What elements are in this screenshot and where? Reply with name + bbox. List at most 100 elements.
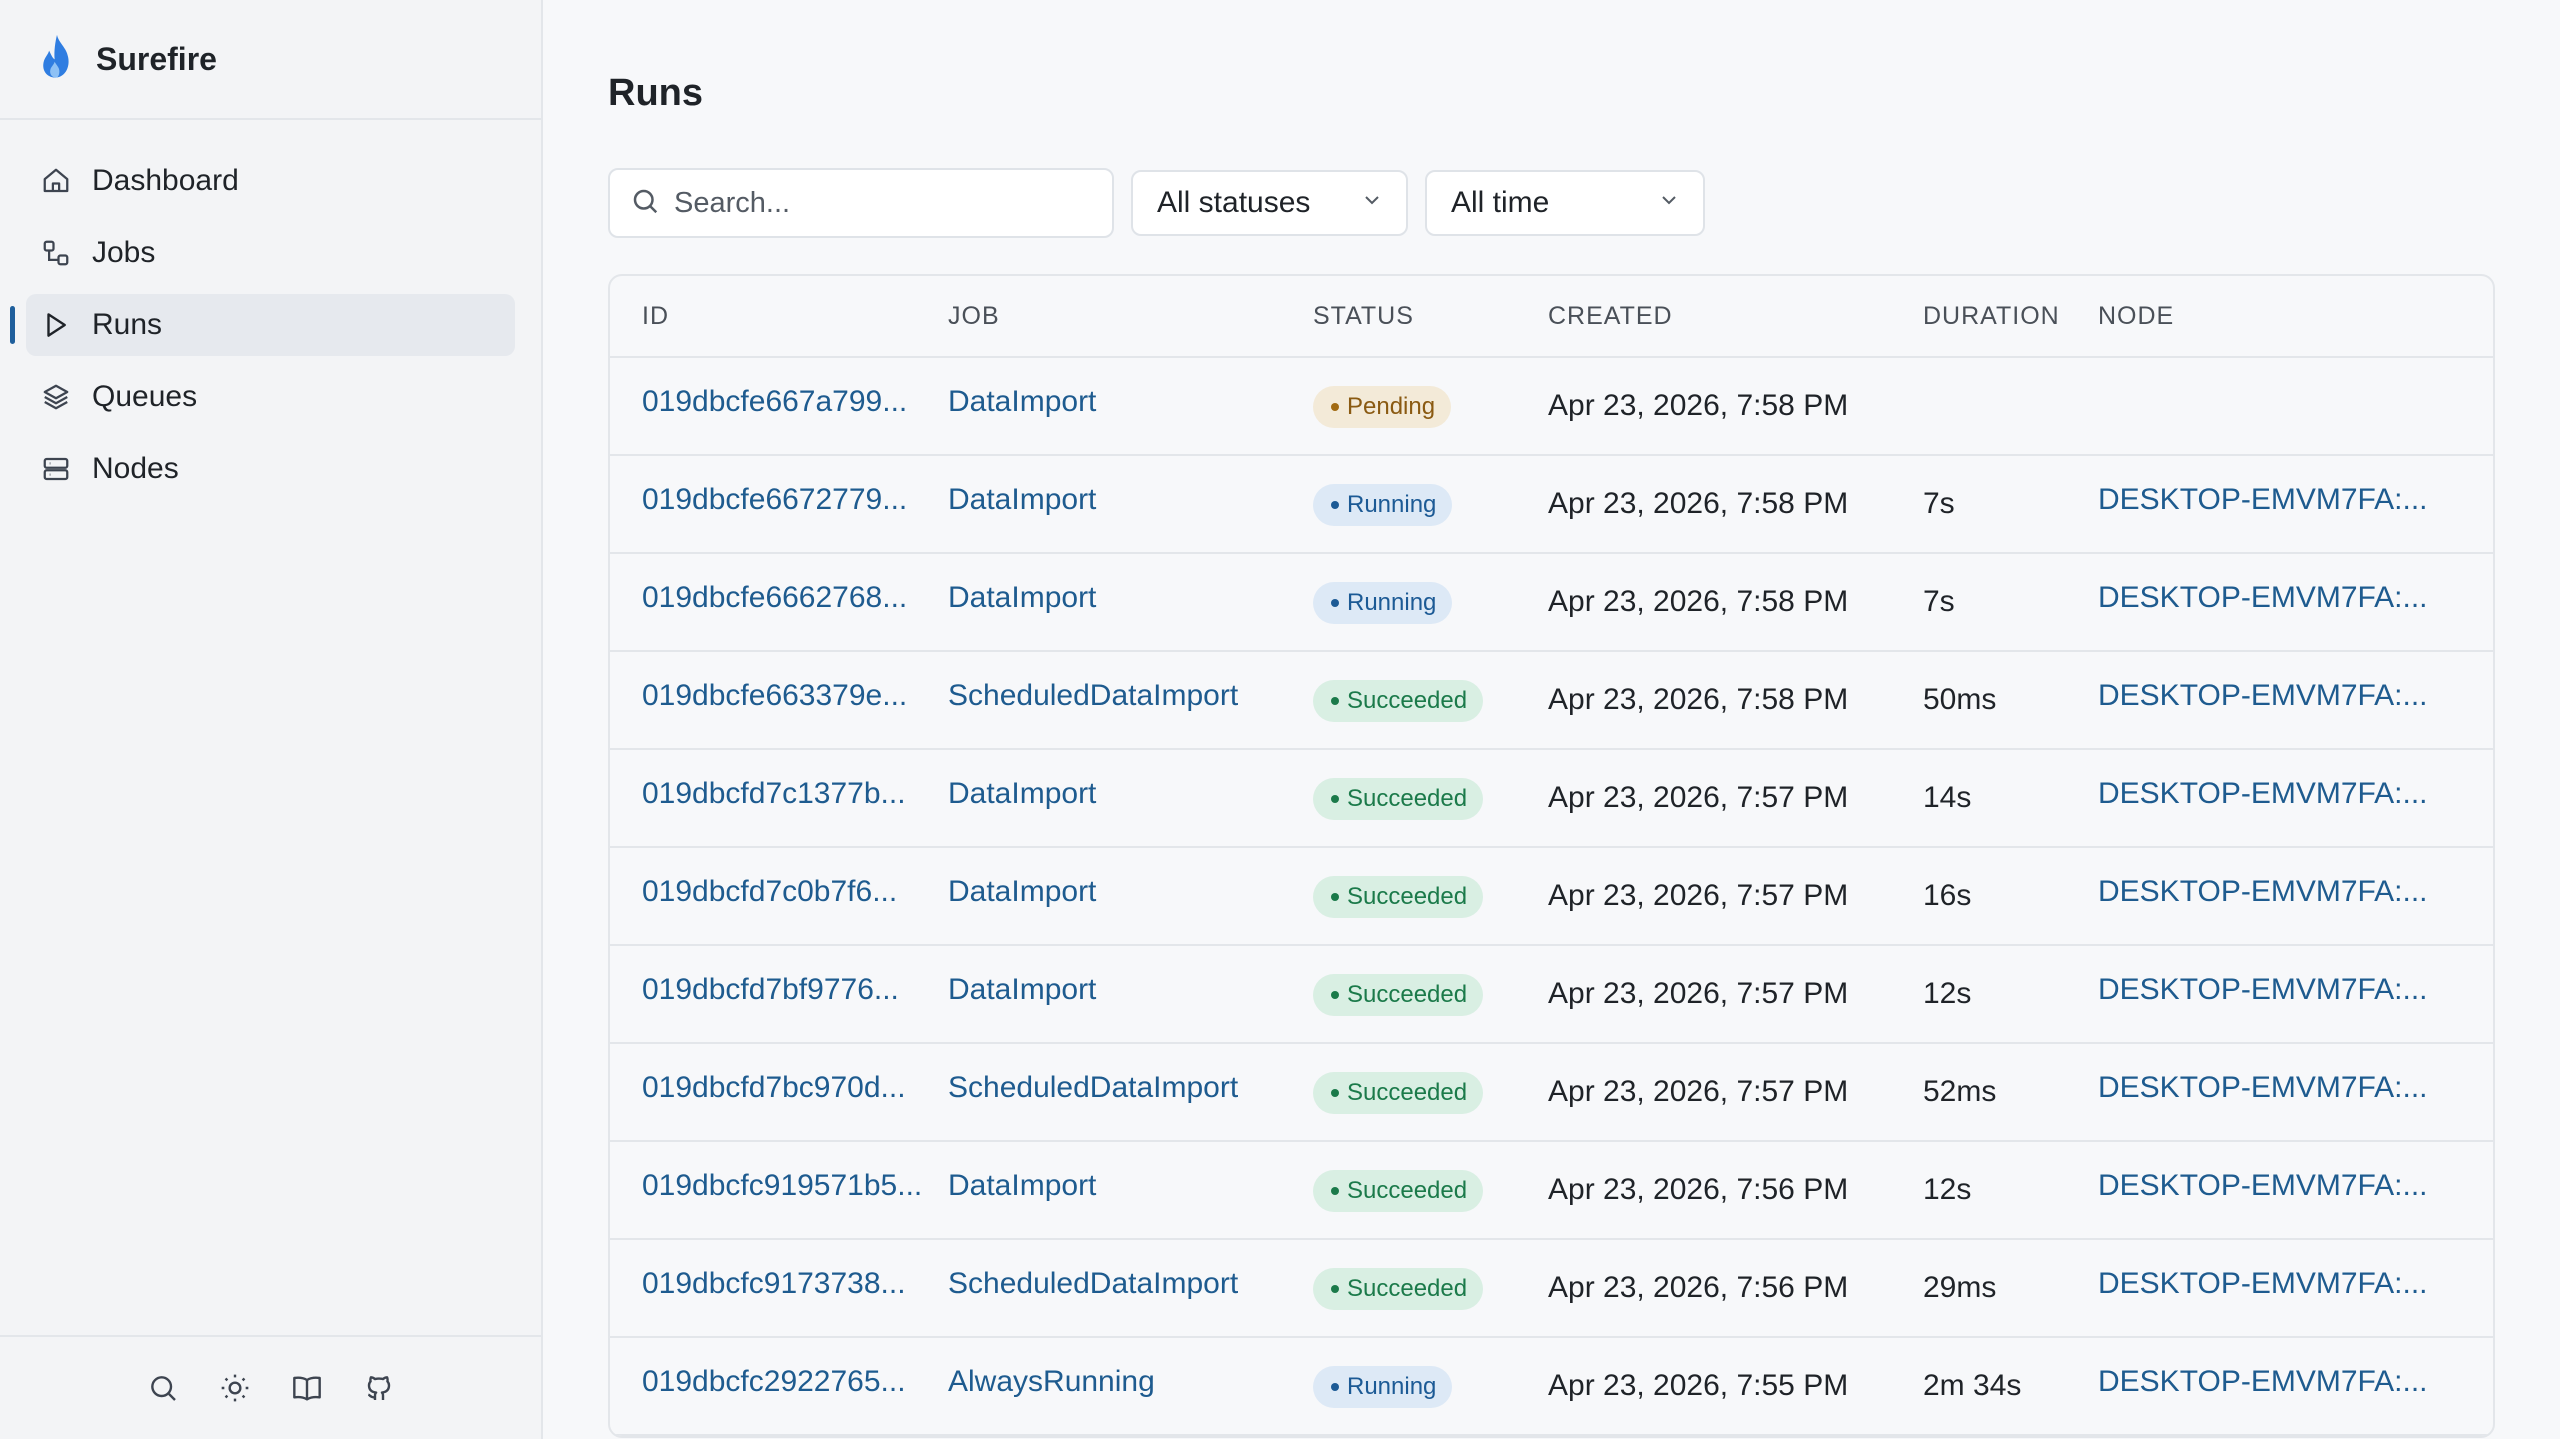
run-id-link[interactable]: 019dbcfe667a799...	[610, 385, 948, 419]
created-cell: Apr 23, 2026, 7:58 PM	[1548, 585, 1849, 618]
job-link[interactable]: DataImport	[948, 1169, 1313, 1203]
status-label: Succeeded	[1347, 882, 1468, 910]
sidebar-item-queues[interactable]: Queues	[26, 366, 515, 428]
status-cell: Succeeded	[1313, 1169, 1548, 1212]
job-link[interactable]: ScheduledDataImport	[948, 1071, 1313, 1105]
table-row[interactable]: 019dbcfe6672779... DataImport Running Apr 2…	[610, 456, 2493, 554]
node-link[interactable]: DESKTOP-EMVM7FA:...	[2098, 1267, 2493, 1301]
run-id-link[interactable]: 019dbcfc2922765...	[610, 1365, 948, 1399]
run-id-link[interactable]: 019dbcfd7c0b7f6...	[610, 875, 948, 909]
status-badge: Succeeded	[1313, 679, 1484, 722]
status-dot-icon	[1331, 402, 1339, 411]
status-dot-icon	[1331, 598, 1339, 607]
status-dot-icon	[1331, 1284, 1339, 1293]
created-cell: Apr 23, 2026, 7:58 PM	[1548, 389, 1849, 422]
status-filter-select[interactable]: All statuses	[1131, 170, 1408, 236]
run-id-link[interactable]: 019dbcfe6672779...	[610, 483, 948, 517]
column-header-node[interactable]: NODE	[2098, 302, 2493, 331]
node-link[interactable]: DESKTOP-EMVM7FA:...	[2098, 1071, 2493, 1105]
table-row[interactable]: 019dbcfc2922765... AlwaysRunning Running Ap…	[610, 1338, 2493, 1436]
status-cell: Running	[1313, 1365, 1548, 1408]
layers-icon	[40, 381, 72, 413]
table-row[interactable]: 019dbcfd7c1377b... DataImport Succeeded Apr…	[610, 750, 2493, 848]
github-icon[interactable]	[362, 1371, 396, 1405]
run-id-link[interactable]: 019dbcfc919571b5...	[610, 1169, 948, 1203]
status-dot-icon	[1331, 696, 1339, 705]
time-filter-select[interactable]: All time	[1425, 170, 1705, 236]
play-icon	[40, 309, 72, 341]
sidebar-item-nodes[interactable]: Nodes	[26, 438, 515, 500]
job-link[interactable]: DataImport	[948, 777, 1313, 811]
job-link[interactable]: DataImport	[948, 483, 1313, 517]
status-badge: Succeeded	[1313, 1267, 1484, 1310]
main-content: Runs All statuses All time	[543, 0, 2560, 1439]
run-id-link[interactable]: 019dbcfd7bf9776...	[610, 973, 948, 1007]
duration-cell: 2m 34s	[1923, 1369, 2022, 1402]
node-link[interactable]: DESKTOP-EMVM7FA:...	[2098, 483, 2493, 517]
book-icon[interactable]	[290, 1371, 324, 1405]
table-row[interactable]: 019dbcfe6662768... DataImport Running Apr 2…	[610, 554, 2493, 652]
status-cell: Succeeded	[1313, 973, 1548, 1016]
duration-cell: 7s	[1923, 585, 1955, 618]
brand[interactable]: Surefire	[0, 0, 541, 120]
status-dot-icon	[1331, 1186, 1339, 1195]
table-row[interactable]: 019dbcfd7c0b7f6... DataImport Succeeded Apr…	[610, 848, 2493, 946]
node-link[interactable]: DESKTOP-EMVM7FA:...	[2098, 1169, 2493, 1203]
job-link[interactable]: DataImport	[948, 581, 1313, 615]
sidebar-item-label: Jobs	[92, 236, 156, 269]
sun-icon[interactable]	[218, 1371, 252, 1405]
node-link[interactable]: DESKTOP-EMVM7FA:...	[2098, 679, 2493, 713]
sidebar-item-label: Runs	[92, 308, 163, 341]
table-row[interactable]: 019dbcfe663379e... ScheduledDataImport Suc…	[610, 652, 2493, 750]
table-body: 019dbcfe667a799... DataImport Pending Apr 2…	[610, 358, 2493, 1436]
column-header-status[interactable]: STATUS	[1313, 302, 1548, 331]
job-link[interactable]: ScheduledDataImport	[948, 1267, 1313, 1301]
job-link[interactable]: AlwaysRunning	[948, 1365, 1313, 1399]
table-row[interactable]: 019dbcfe667a799... DataImport Pending Apr 2…	[610, 358, 2493, 456]
job-link[interactable]: DataImport	[948, 385, 1313, 419]
run-id-link[interactable]: 019dbcfd7c1377b...	[610, 777, 948, 811]
table-row[interactable]: 019dbcfc919571b5... DataImport Succeeded Ap…	[610, 1142, 2493, 1240]
column-header-duration[interactable]: DURATION	[1923, 302, 2098, 331]
duration-cell: 50ms	[1923, 683, 1997, 716]
status-cell: Running	[1313, 581, 1548, 624]
node-link[interactable]: DESKTOP-EMVM7FA:...	[2098, 973, 2493, 1007]
status-dot-icon	[1331, 990, 1339, 999]
run-id-link[interactable]: 019dbcfd7bc970d...	[610, 1071, 948, 1105]
node-link[interactable]: DESKTOP-EMVM7FA:...	[2098, 875, 2493, 909]
search-input[interactable]	[674, 186, 1094, 220]
status-label: Succeeded	[1347, 686, 1468, 714]
table-row[interactable]: 019dbcfc9173738... ScheduledDataImport Suc…	[610, 1240, 2493, 1338]
column-header-id[interactable]: ID	[610, 302, 948, 331]
node-link[interactable]: DESKTOP-EMVM7FA:...	[2098, 1365, 2493, 1399]
run-id-link[interactable]: 019dbcfe663379e...	[610, 679, 948, 713]
duration-cell: 29ms	[1923, 1271, 1997, 1304]
job-link[interactable]: DataImport	[948, 973, 1313, 1007]
status-label: Succeeded	[1347, 1274, 1468, 1302]
app-name: Surefire	[96, 40, 217, 77]
sidebar-item-dashboard[interactable]: Dashboard	[26, 150, 515, 212]
table-row[interactable]: 019dbcfd7bc970d... ScheduledDataImport Suc…	[610, 1044, 2493, 1142]
search-icon[interactable]	[146, 1371, 180, 1405]
sidebar-item-runs[interactable]: Runs	[10, 294, 515, 356]
status-dot-icon	[1331, 1088, 1339, 1097]
status-filter-value: All statuses	[1157, 186, 1311, 219]
status-badge: Succeeded	[1313, 973, 1484, 1016]
jobs-icon	[40, 237, 72, 269]
job-link[interactable]: DataImport	[948, 875, 1313, 909]
column-header-job[interactable]: JOB	[948, 302, 1313, 331]
run-id-link[interactable]: 019dbcfc9173738...	[610, 1267, 948, 1301]
node-link[interactable]: DESKTOP-EMVM7FA:...	[2098, 777, 2493, 811]
column-header-created[interactable]: CREATED	[1548, 302, 1923, 331]
status-label: Running	[1347, 1372, 1437, 1400]
run-id-link[interactable]: 019dbcfe6662768...	[610, 581, 948, 615]
job-link[interactable]: ScheduledDataImport	[948, 679, 1313, 713]
chevron-down-icon	[1657, 186, 1681, 220]
status-cell: Succeeded	[1313, 777, 1548, 820]
sidebar-item-jobs[interactable]: Jobs	[26, 222, 515, 284]
table-row[interactable]: 019dbcfd7bf9776... DataImport Succeeded Apr…	[610, 946, 2493, 1044]
status-dot-icon	[1331, 500, 1339, 509]
home-icon	[40, 165, 72, 197]
search-box[interactable]	[608, 168, 1114, 238]
node-link[interactable]: DESKTOP-EMVM7FA:...	[2098, 581, 2493, 615]
